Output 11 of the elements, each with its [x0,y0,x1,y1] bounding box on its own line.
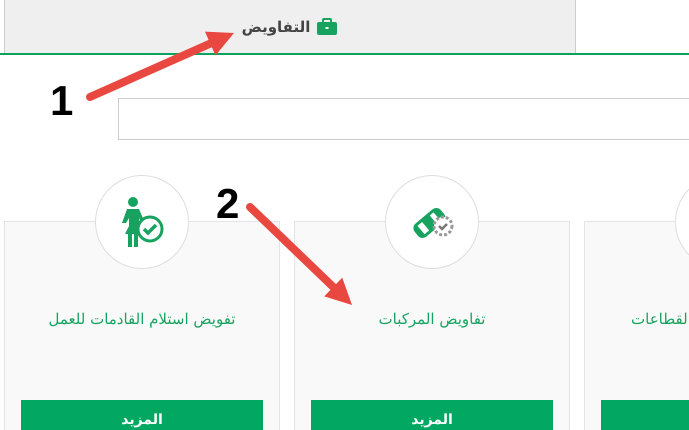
tab[interactable]: التفاويض [4,0,576,53]
card-title: تفاويض المركبات [378,310,486,330]
card-title: تفويض استلام القادمات للعمل [48,310,236,330]
search-field[interactable] [118,98,689,140]
annotation-number: 1 [50,80,74,122]
card-title: لقطاعات [631,310,688,330]
briefcase-icon [316,18,338,36]
more-button[interactable]: المزيد [21,400,263,430]
annotation-number: 2 [216,183,240,225]
woman-check-icon [119,196,165,248]
more-button[interactable]: المزيد [311,400,553,430]
